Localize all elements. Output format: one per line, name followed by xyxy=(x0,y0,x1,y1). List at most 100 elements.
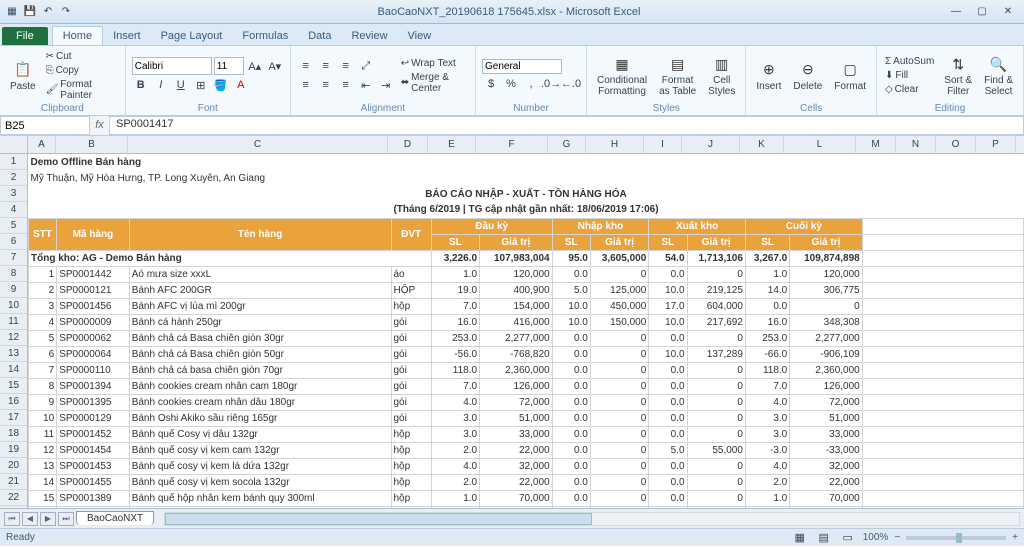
cell[interactable] xyxy=(862,298,1023,314)
cell[interactable]: 2.0 xyxy=(431,474,479,490)
cell[interactable]: hộp xyxy=(391,426,431,442)
cell[interactable]: Giá trị xyxy=(790,234,863,250)
col-header-A[interactable]: A xyxy=(28,136,56,153)
cell[interactable]: Bánh quế cosy vị kem lá dứa 132gr xyxy=(129,458,391,474)
cell[interactable]: 4.0 xyxy=(431,458,479,474)
cell[interactable] xyxy=(862,442,1023,458)
autosum-button[interactable]: ΣAutoSum xyxy=(883,55,936,68)
cell[interactable] xyxy=(862,266,1023,282)
cell[interactable]: 0.0 xyxy=(552,474,590,490)
cell[interactable]: 0.0 xyxy=(649,378,687,394)
col-header-C[interactable]: C xyxy=(128,136,388,153)
cut-button[interactable]: ✂Cut xyxy=(44,50,119,63)
cell[interactable]: 0 xyxy=(590,490,648,506)
cell[interactable]: 12 xyxy=(29,442,57,458)
col-header-D[interactable]: D xyxy=(388,136,428,153)
cell[interactable]: 7.0 xyxy=(431,298,479,314)
find-select-button[interactable]: 🔍Find & Select xyxy=(980,52,1017,99)
cell[interactable]: 11 xyxy=(29,426,57,442)
cell[interactable]: Xuất kho xyxy=(649,218,746,234)
format-button[interactable]: ▢Format xyxy=(830,58,870,94)
cell[interactable]: 1.0 xyxy=(431,490,479,506)
cell[interactable]: 2.0 xyxy=(431,506,479,508)
bold-button[interactable]: B xyxy=(132,76,150,94)
cell[interactable]: 0.0 xyxy=(649,394,687,410)
cell[interactable]: 0.0 xyxy=(649,410,687,426)
cell[interactable]: 54.0 xyxy=(649,250,687,266)
col-header-G[interactable]: G xyxy=(548,136,586,153)
name-box[interactable] xyxy=(0,116,90,135)
cell[interactable]: 154,000 xyxy=(480,298,553,314)
cell[interactable]: 140,000 xyxy=(790,506,863,508)
zoom-slider[interactable] xyxy=(906,536,1006,540)
cell[interactable]: 0.0 xyxy=(649,474,687,490)
cell[interactable]: Bánh chả cá Basa chiên giòn 30gr xyxy=(129,330,391,346)
tab-formulas[interactable]: Formulas xyxy=(232,27,298,45)
cell[interactable]: (Tháng 6/2019 | TG cập nhật gần nhất: 18… xyxy=(29,202,1024,218)
fx-icon[interactable]: fx xyxy=(90,116,110,135)
cell[interactable]: Cuối kỳ xyxy=(745,218,862,234)
cell[interactable]: 0 xyxy=(687,474,745,490)
cell[interactable]: Bánh quế Cosy vị dâu 132gr xyxy=(129,426,391,442)
cell[interactable]: 3.0 xyxy=(745,426,789,442)
cell[interactable]: Mã hàng xyxy=(57,218,130,250)
cell[interactable]: gói xyxy=(391,378,431,394)
cell[interactable]: 0.0 xyxy=(552,506,590,508)
indent-dec-icon[interactable]: ⇤ xyxy=(357,76,375,94)
row-header[interactable]: 10 xyxy=(0,298,27,314)
cell[interactable]: 10.0 xyxy=(552,314,590,330)
font-color-button[interactable]: A xyxy=(232,76,250,94)
cell[interactable]: 22,000 xyxy=(480,442,553,458)
cell[interactable]: -768,820 xyxy=(480,346,553,362)
cell[interactable]: Bánh cá hành 250gr xyxy=(129,314,391,330)
cell[interactable]: 2,360,000 xyxy=(480,362,553,378)
cell[interactable] xyxy=(862,330,1023,346)
cell[interactable] xyxy=(862,346,1023,362)
cell[interactable]: 16.0 xyxy=(745,314,789,330)
cell[interactable]: 15 xyxy=(29,490,57,506)
col-header-H[interactable]: H xyxy=(586,136,644,153)
cell[interactable]: Aó mưa size xxxL xyxy=(129,266,391,282)
tab-view[interactable]: View xyxy=(398,27,442,45)
cell[interactable]: 126,000 xyxy=(790,378,863,394)
cell[interactable]: 306,775 xyxy=(790,282,863,298)
cell[interactable] xyxy=(862,490,1023,506)
cell[interactable]: SP0001394 xyxy=(57,378,130,394)
cell[interactable]: 0 xyxy=(590,426,648,442)
cell[interactable]: 1.0 xyxy=(431,266,479,282)
row-header[interactable]: 7 xyxy=(0,250,27,266)
cell[interactable]: 253.0 xyxy=(745,330,789,346)
cell[interactable]: Bánh chả cá Basa chiên giòn 50gr xyxy=(129,346,391,362)
cell[interactable]: 72,000 xyxy=(480,394,553,410)
row-header[interactable]: 9 xyxy=(0,282,27,298)
tab-review[interactable]: Review xyxy=(341,27,397,45)
cell[interactable]: 2.0 xyxy=(745,506,789,508)
cell[interactable]: 0 xyxy=(687,378,745,394)
cell[interactable]: 5.0 xyxy=(649,442,687,458)
row-header[interactable]: 2 xyxy=(0,170,27,186)
wrap-text-button[interactable]: ↩Wrap Text xyxy=(399,57,469,70)
cell[interactable]: 70,000 xyxy=(790,490,863,506)
cell[interactable]: 4.0 xyxy=(745,458,789,474)
normal-view-icon[interactable]: ▦ xyxy=(791,529,809,547)
cell[interactable]: gói xyxy=(391,330,431,346)
zoom-thumb[interactable] xyxy=(956,533,962,543)
cell[interactable]: SL xyxy=(431,234,479,250)
cell[interactable]: 19.0 xyxy=(431,282,479,298)
cell[interactable]: 150,000 xyxy=(590,314,648,330)
cell[interactable]: 4.0 xyxy=(745,394,789,410)
cell[interactable]: 0.0 xyxy=(552,362,590,378)
cell[interactable]: gói xyxy=(391,314,431,330)
row-header[interactable]: 11 xyxy=(0,314,27,330)
row-header[interactable]: 16 xyxy=(0,394,27,410)
cell[interactable]: 6 xyxy=(29,346,57,362)
italic-button[interactable]: I xyxy=(152,76,170,94)
number-format-select[interactable] xyxy=(482,59,562,74)
align-center-icon[interactable]: ≡ xyxy=(317,76,335,94)
cell[interactable]: 0 xyxy=(687,266,745,282)
cell[interactable]: 5.0 xyxy=(552,282,590,298)
cell[interactable]: 7.0 xyxy=(431,378,479,394)
cell[interactable]: 118.0 xyxy=(431,362,479,378)
cell[interactable]: hộp xyxy=(391,442,431,458)
row-header[interactable]: 1 xyxy=(0,154,27,170)
